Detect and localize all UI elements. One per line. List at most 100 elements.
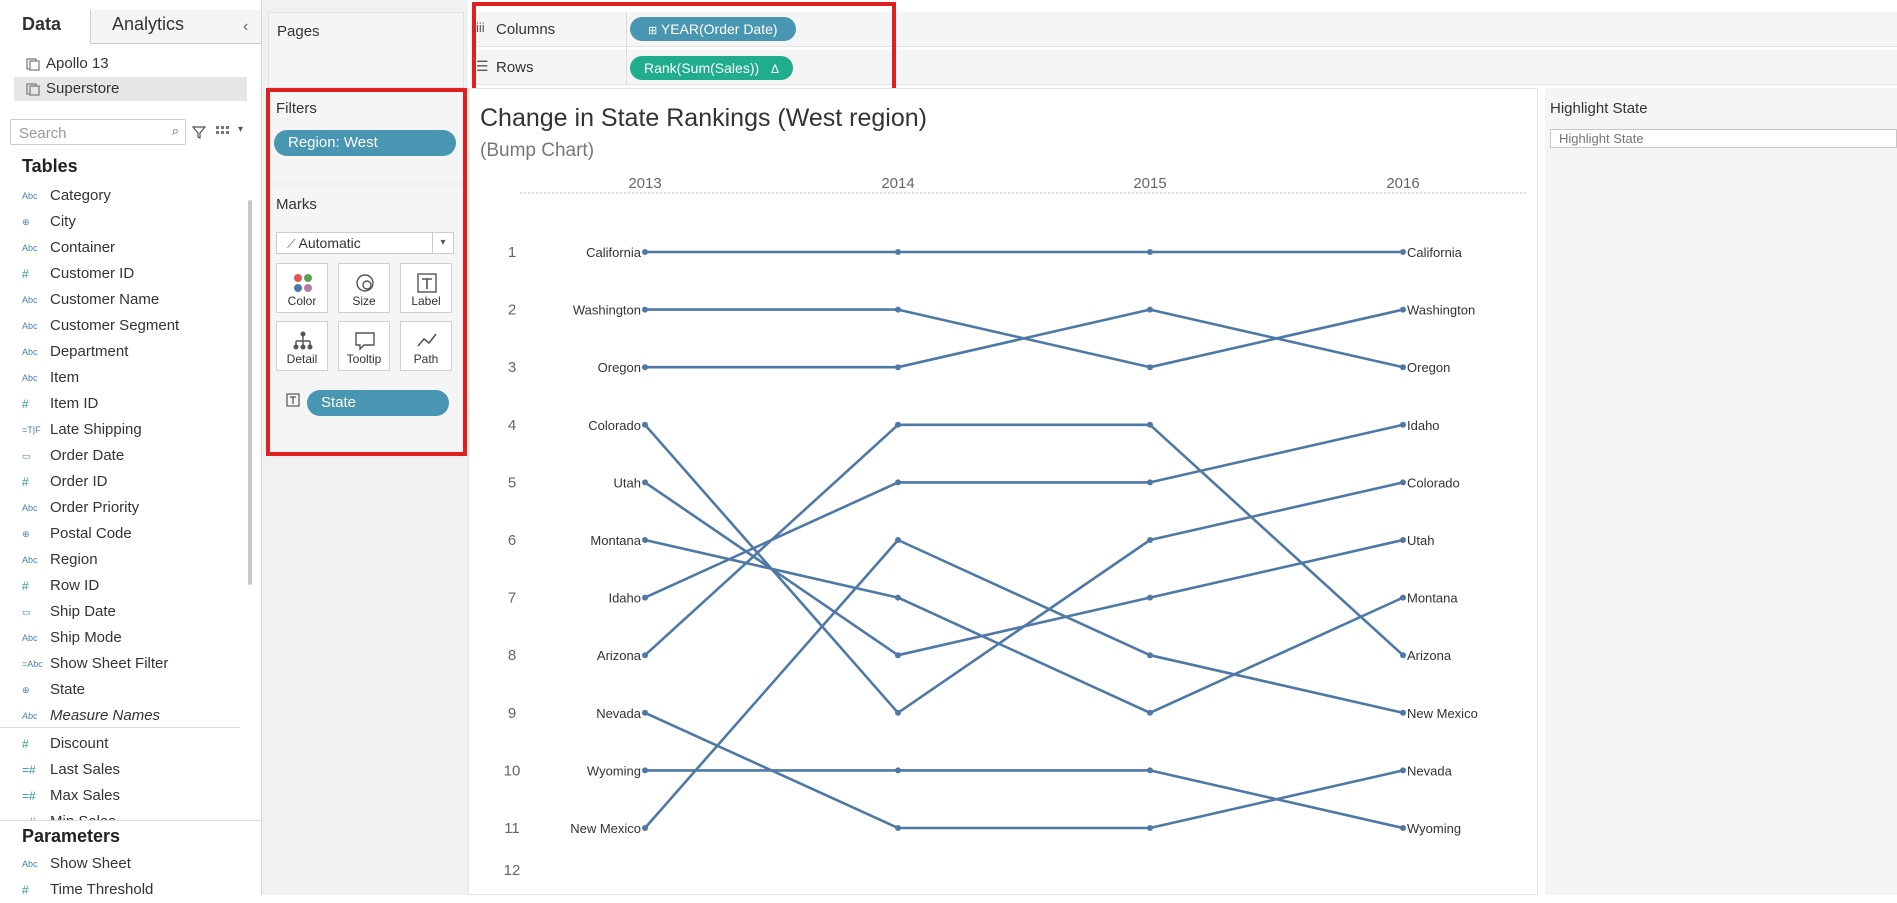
data-point xyxy=(895,364,901,371)
y-tick-label: 7 xyxy=(508,590,516,607)
data-point xyxy=(642,364,648,371)
data-point xyxy=(895,421,901,428)
series-label-start: Nevada xyxy=(596,706,642,721)
highlight-box-shelves xyxy=(472,2,896,97)
x-tick-label: 2016 xyxy=(1386,175,1419,192)
series-label-end: Nevada xyxy=(1407,763,1453,778)
data-point xyxy=(1147,709,1153,716)
y-tick-label: 8 xyxy=(508,647,516,664)
series-line xyxy=(645,308,1404,369)
highlight-title: Highlight State xyxy=(1550,100,1648,117)
field-type-icon: =# xyxy=(22,809,46,820)
series-label-start: Montana xyxy=(590,533,641,548)
parameters-title: Parameters xyxy=(22,826,121,846)
field-type-icon: # xyxy=(22,737,29,751)
data-point xyxy=(1400,594,1406,601)
data-point xyxy=(1147,249,1153,255)
data-point xyxy=(1147,767,1153,774)
data-point xyxy=(1147,306,1153,313)
field-label: Show Sheet xyxy=(50,855,131,872)
field-label: Min Sales xyxy=(50,813,116,820)
series-line xyxy=(645,769,1404,830)
data-point xyxy=(642,249,648,255)
scrollbar[interactable] xyxy=(248,200,252,585)
data-point xyxy=(895,652,901,659)
series-label-start: Utah xyxy=(614,475,641,490)
data-point xyxy=(895,306,901,313)
data-point xyxy=(642,825,648,831)
y-tick-label: 6 xyxy=(508,532,516,549)
y-tick-label: 4 xyxy=(508,417,516,434)
data-point xyxy=(1400,767,1406,774)
y-tick-label: 2 xyxy=(508,302,516,319)
series-label-end: Utah xyxy=(1407,533,1434,548)
series-label-start: Idaho xyxy=(608,591,641,606)
data-point xyxy=(642,594,648,601)
data-point xyxy=(895,479,901,486)
data-point xyxy=(1147,594,1153,601)
data-point xyxy=(1147,537,1153,543)
series-label-end: Colorado xyxy=(1407,475,1460,490)
field-type-icon: # xyxy=(22,883,29,897)
data-point xyxy=(1147,479,1153,486)
data-point xyxy=(1400,825,1406,831)
measure-field[interactable]: =# Last Sales xyxy=(22,757,120,783)
series-label-end: California xyxy=(1407,245,1463,260)
series-label-start: Oregon xyxy=(598,360,641,375)
series-line xyxy=(644,423,1404,715)
data-point xyxy=(642,306,648,313)
data-point xyxy=(895,249,901,255)
measure-field[interactable]: =# Max Sales xyxy=(22,783,120,809)
field-label: Last Sales xyxy=(50,761,121,778)
data-point xyxy=(1400,479,1406,486)
dimension-field[interactable]: Abc Show Sheet xyxy=(22,851,131,877)
series-label-start: Colorado xyxy=(588,418,641,433)
data-point xyxy=(1400,249,1406,255)
field-type-icon: =# xyxy=(22,763,36,777)
highlight-state-input[interactable] xyxy=(1550,129,1897,148)
measure-field[interactable]: =# Min Sales xyxy=(22,809,116,820)
y-tick-label: 1 xyxy=(508,244,516,261)
data-point xyxy=(895,825,901,831)
data-point xyxy=(642,421,648,428)
y-tick-label: 9 xyxy=(508,705,516,722)
series-label-start: California xyxy=(586,245,642,260)
data-point xyxy=(895,537,901,543)
highlight-box-cards xyxy=(266,88,467,456)
chart-subtitle: (Bump Chart) xyxy=(480,140,595,161)
data-point xyxy=(1147,421,1153,428)
data-point xyxy=(1400,537,1406,543)
pages-card[interactable]: Pages xyxy=(268,12,464,88)
field-label: Max Sales xyxy=(50,787,121,804)
y-tick-label: 5 xyxy=(508,474,516,491)
field-label: Discount xyxy=(50,735,109,752)
data-point xyxy=(1400,709,1406,716)
bump-chart: 2013 2014 2015 2016123456789101112Californi… xyxy=(504,175,1528,879)
series-line xyxy=(644,423,1404,599)
measure-list: # Discount =# Last Sales =# Max Sales =# Min Sa… xyxy=(0,0,261,820)
data-point xyxy=(1147,652,1153,659)
y-tick-label: 3 xyxy=(508,359,516,376)
series-line xyxy=(644,423,1404,657)
series-label-end: Washington xyxy=(1407,303,1475,318)
data-point xyxy=(642,537,648,543)
data-point xyxy=(1147,825,1153,831)
series-label-end: Wyoming xyxy=(1407,821,1461,836)
series-label-end: Arizona xyxy=(1407,648,1452,663)
pages-title: Pages xyxy=(277,23,320,40)
highlight-panel: Highlight State xyxy=(1545,88,1897,895)
dimension-field[interactable]: # Time Threshold xyxy=(22,877,153,903)
measure-field[interactable]: # Discount xyxy=(22,731,108,757)
data-point xyxy=(895,594,901,601)
series-label-end: New Mexico xyxy=(1407,706,1478,721)
field-type-icon: Abc xyxy=(22,859,38,869)
data-point xyxy=(642,479,648,486)
series-line xyxy=(644,538,1404,829)
data-point xyxy=(642,767,648,774)
data-point xyxy=(895,767,901,774)
chart-title: Change in State Rankings (West region) xyxy=(480,104,927,132)
series-label-start: Wyoming xyxy=(587,763,641,778)
series-label-start: Arizona xyxy=(597,648,642,663)
data-point xyxy=(1400,421,1406,428)
data-point xyxy=(895,709,901,716)
